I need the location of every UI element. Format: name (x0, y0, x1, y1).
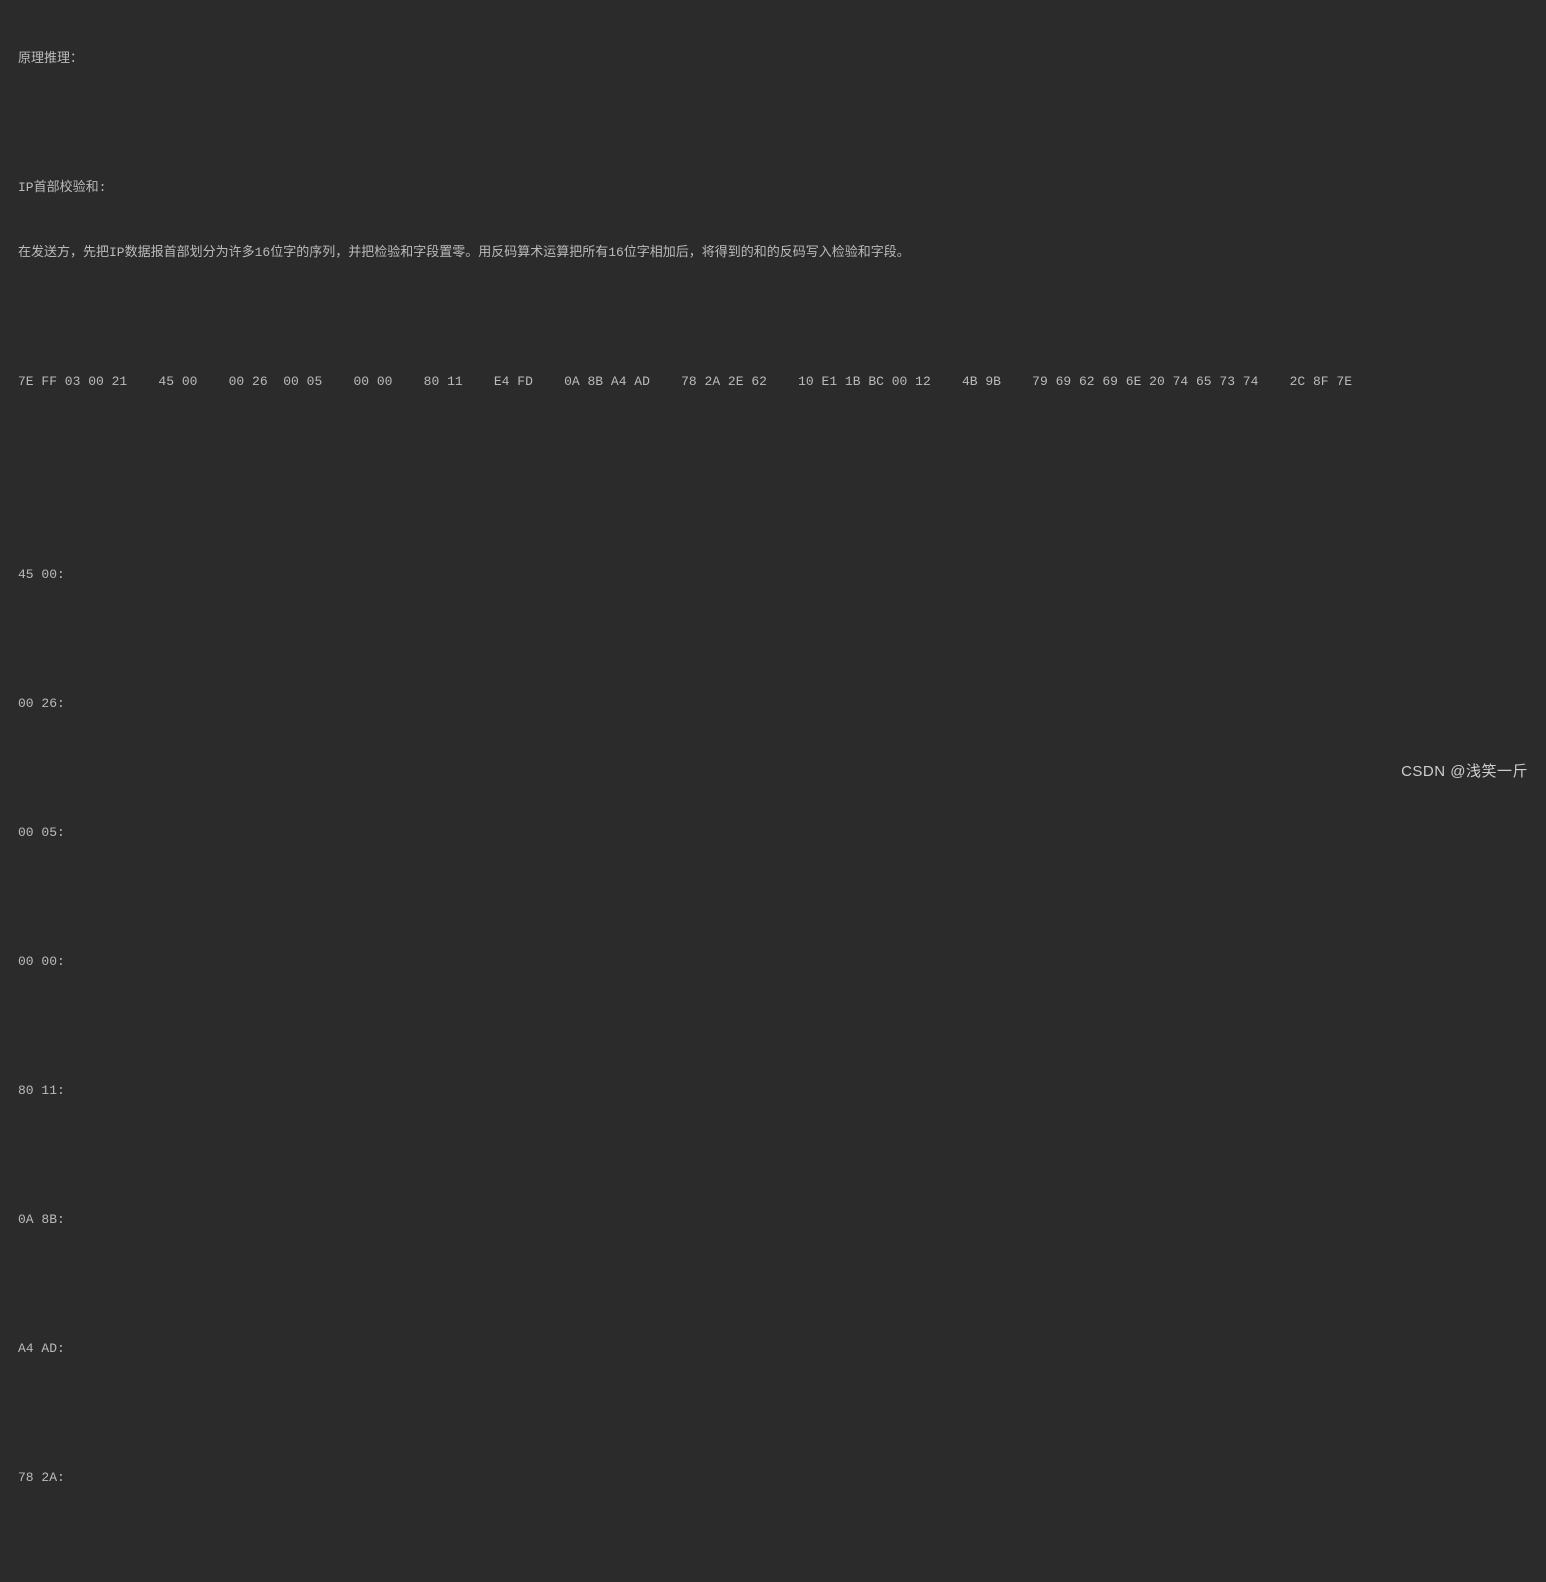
word-4: 80 11: (18, 1081, 1528, 1101)
empty (18, 307, 1528, 327)
empty (18, 1404, 1528, 1424)
word-7: 78 2A: (18, 1468, 1528, 1488)
watermark-text: CSDN @浅笑一斤 (1401, 761, 1528, 784)
ip-desc: 在发送方，先把IP数据报首部划分为许多16位字的序列，并把检验和字段置零。用反码… (18, 243, 1528, 263)
ip-header-label: IP首部校验和: (18, 178, 1528, 198)
word-5: 0A 8B: (18, 1210, 1528, 1230)
word-3: 00 00: (18, 952, 1528, 972)
empty (18, 501, 1528, 521)
empty (18, 1017, 1528, 1037)
empty (18, 888, 1528, 908)
hex-stream: 7E FF 03 00 21 45 00 00 26 00 05 00 00 8… (18, 372, 1528, 392)
word-6: A4 AD: (18, 1339, 1528, 1359)
empty (18, 436, 1528, 456)
empty (18, 114, 1528, 134)
empty (18, 1275, 1528, 1295)
empty (18, 1533, 1528, 1553)
word-1: 00 26: (18, 694, 1528, 714)
title-line: 原理推理： (18, 49, 1528, 69)
word-0: 45 00: (18, 565, 1528, 585)
word-2: 00 05: (18, 823, 1528, 843)
document-body: 原理推理： IP首部校验和: 在发送方，先把IP数据报首部划分为许多16位字的序… (0, 0, 1546, 1582)
empty (18, 1146, 1528, 1166)
empty (18, 630, 1528, 650)
empty (18, 759, 1528, 779)
